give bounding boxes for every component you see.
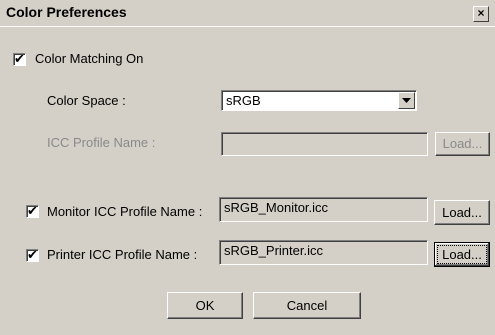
color-space-value: sRGB xyxy=(226,93,261,108)
check-icon: ✔ xyxy=(27,203,38,218)
printer-profile-field: sRGB_Printer.icc xyxy=(219,240,428,265)
monitor-profile-value: sRGB_Monitor.icc xyxy=(224,200,329,215)
monitor-profile-label: Monitor ICC Profile Name : xyxy=(47,204,203,219)
close-button[interactable]: × xyxy=(473,6,489,22)
monitor-profile-field: sRGB_Monitor.icc xyxy=(219,197,428,222)
monitor-profile-load-button[interactable]: Load... xyxy=(434,200,490,225)
load-label: Load... xyxy=(442,205,482,220)
close-icon: × xyxy=(477,6,485,20)
dialog-body: ✔ Color Matching On Color Space : sRGB I… xyxy=(0,26,495,335)
printer-profile-checkbox[interactable]: ✔ xyxy=(26,247,39,262)
printer-profile-value: sRGB_Printer.icc xyxy=(224,243,323,258)
cancel-button[interactable]: Cancel xyxy=(253,292,361,319)
color-matching-label: Color Matching On xyxy=(35,51,144,66)
dropdown-button[interactable] xyxy=(398,92,415,109)
cancel-label: Cancel xyxy=(286,298,328,313)
chevron-down-icon xyxy=(402,98,411,103)
title-bar: Color Preferences × xyxy=(0,0,495,27)
color-space-select[interactable]: sRGB xyxy=(221,90,417,111)
color-matching-checkbox[interactable]: ✔ xyxy=(13,51,26,66)
ok-label: OK xyxy=(195,298,215,313)
load-label: Load... xyxy=(442,247,482,262)
printer-profile-load-button[interactable]: Load... xyxy=(434,242,490,267)
icc-profile-field xyxy=(221,132,428,156)
check-icon: ✔ xyxy=(14,51,25,66)
dialog-title: Color Preferences xyxy=(6,4,127,20)
load-label: Load... xyxy=(442,136,483,151)
printer-profile-label: Printer ICC Profile Name : xyxy=(47,247,198,262)
ok-button[interactable]: OK xyxy=(167,292,243,319)
color-space-label: Color Space : xyxy=(47,93,126,108)
icc-profile-load-button: Load... xyxy=(435,132,490,156)
monitor-profile-checkbox[interactable]: ✔ xyxy=(26,203,39,218)
icc-profile-label: ICC Profile Name : xyxy=(47,135,156,150)
check-icon: ✔ xyxy=(27,247,38,262)
